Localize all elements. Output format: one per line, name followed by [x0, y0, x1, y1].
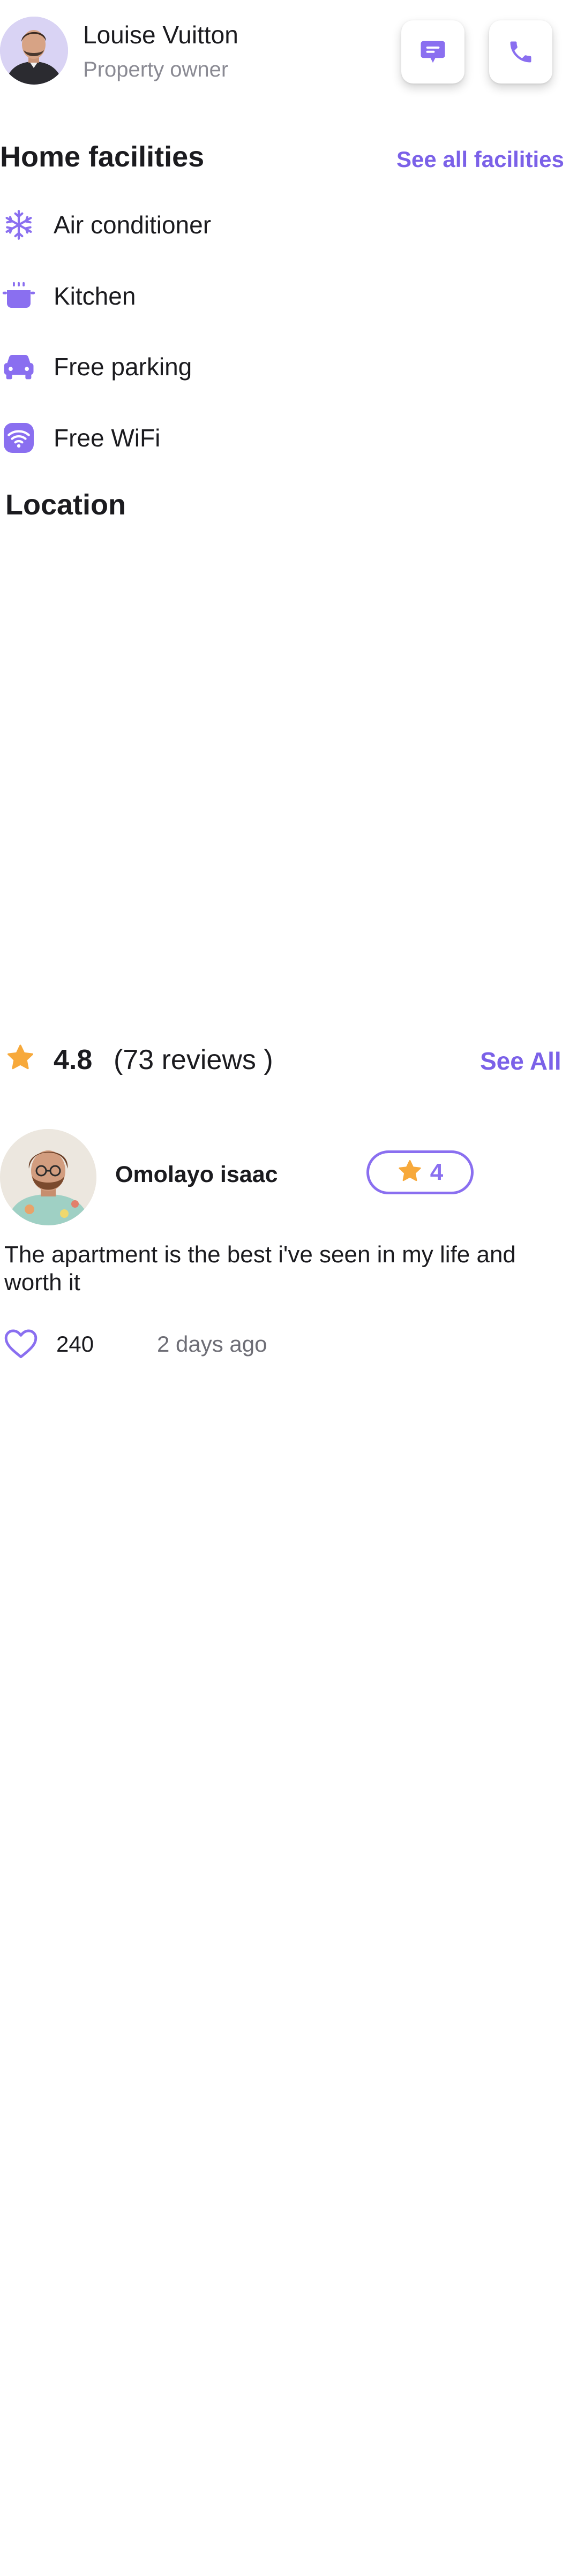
like-count: 240 — [56, 1331, 94, 1357]
location-title: Location — [5, 489, 126, 521]
reviewer-avatar — [0, 1129, 96, 1225]
see-all-reviews-link[interactable]: See All — [480, 1047, 561, 1075]
location-map[interactable] — [0, 541, 577, 1012]
phone-icon — [510, 41, 531, 63]
review-timestamp: 2 days ago — [157, 1331, 267, 1357]
owner-name: Louise Vuitton — [83, 21, 238, 49]
chat-button[interactable] — [401, 20, 464, 84]
facility-label: Free WiFi — [54, 424, 161, 452]
rating-value: 4.8 — [54, 1044, 93, 1075]
facility-item-air-conditioner: Air conditioner — [0, 203, 375, 246]
facility-item-free-wifi: Free WiFi — [0, 416, 375, 459]
car-icon — [0, 348, 38, 385]
wifi-icon — [0, 419, 38, 457]
star-icon — [397, 1158, 423, 1187]
cooking-pot-icon — [0, 277, 38, 315]
facilities-title: Home facilities — [0, 141, 205, 173]
facility-label: Air conditioner — [54, 211, 212, 239]
review-text: The apartment is the best i've seen in m… — [4, 1241, 516, 1295]
see-all-facilities-link[interactable]: See all facilities — [396, 147, 564, 172]
review-rating-badge: 4 — [366, 1150, 474, 1194]
facility-item-free-parking: Free parking — [0, 345, 375, 388]
facility-item-kitchen: Kitchen — [0, 275, 375, 317]
owner-avatar — [0, 17, 68, 85]
chat-icon — [421, 41, 445, 63]
snowflake-icon — [0, 206, 38, 244]
call-button[interactable] — [489, 20, 552, 84]
star-icon — [5, 1043, 35, 1073]
facility-label: Kitchen — [54, 282, 136, 310]
owner-role: Property owner — [83, 58, 229, 81]
reviewer-name: Omolayo isaac — [115, 1162, 278, 1187]
reviews-count: (73 reviews ) — [114, 1044, 273, 1075]
heart-icon[interactable] — [3, 1328, 39, 1360]
facility-label: Free parking — [54, 353, 192, 381]
review-rating-value: 4 — [430, 1159, 444, 1185]
